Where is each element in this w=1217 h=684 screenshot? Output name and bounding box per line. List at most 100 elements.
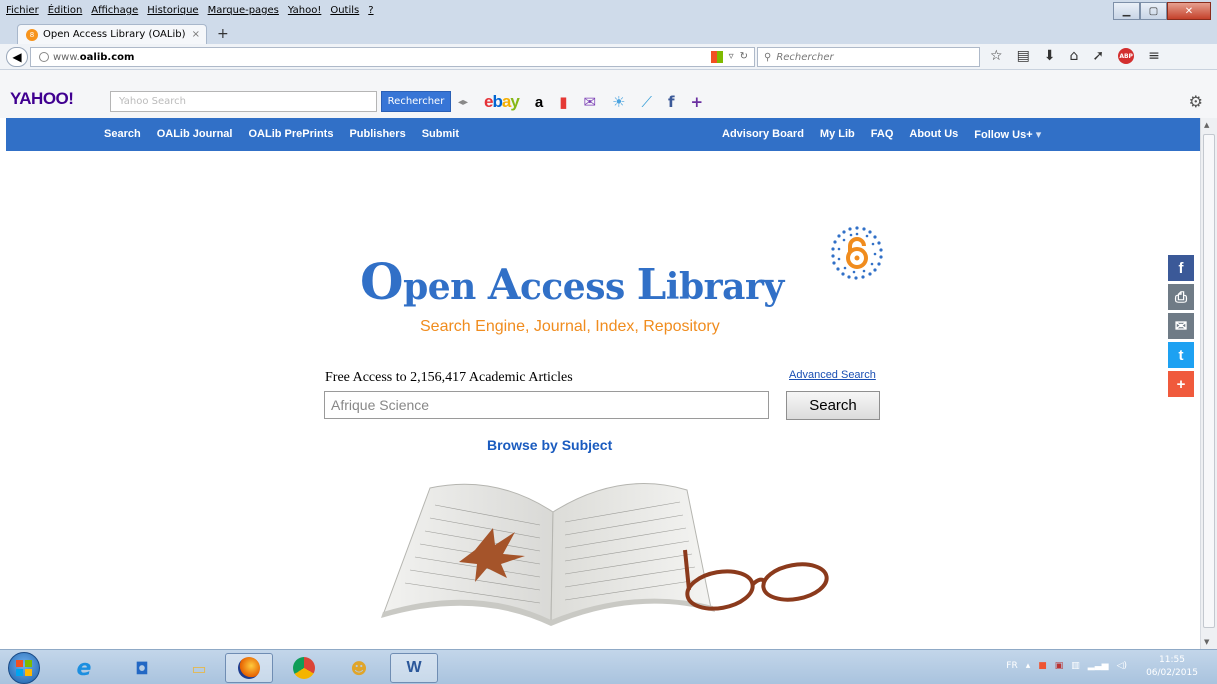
- nav-oalib-journal[interactable]: OALib Journal: [157, 128, 233, 140]
- new-tab-button[interactable]: +: [217, 26, 229, 42]
- nav-about-us[interactable]: About Us: [909, 128, 958, 141]
- word-taskbar-icon[interactable]: W: [390, 653, 438, 683]
- tray-device-icon[interactable]: ▥: [1071, 661, 1080, 671]
- main-search-button[interactable]: Search: [786, 391, 880, 420]
- more-share-button[interactable]: +: [1168, 371, 1194, 397]
- scroll-thumb[interactable]: [1203, 134, 1215, 628]
- site-navigation: Search OALib Journal OALib PrePrints Pub…: [6, 118, 1200, 151]
- search-engine-icon[interactable]: [710, 51, 723, 63]
- logo-letter-a: A: [487, 260, 521, 309]
- send-icon[interactable]: ➚: [1092, 48, 1104, 64]
- scroll-up-icon[interactable]: ▲: [1204, 121, 1209, 129]
- media-center-taskbar-icon[interactable]: ◘: [118, 653, 166, 683]
- bookmark-icon[interactable]: ▮: [559, 93, 567, 111]
- amazon-shortcut[interactable]: a: [535, 94, 543, 111]
- tab-oalib[interactable]: 8 Open Access Library (OALib) ×: [17, 24, 207, 44]
- facebook-share-button[interactable]: f: [1168, 255, 1194, 281]
- menu-fichier[interactable]: Fichier: [6, 5, 39, 16]
- tray-network-warning-icon[interactable]: ▣: [1055, 661, 1064, 671]
- url-bar[interactable]: www. oalib.com ▿ ↻: [30, 47, 755, 67]
- file-explorer-taskbar-icon[interactable]: ▭: [175, 653, 223, 683]
- follow-us-label: Follow Us+: [974, 129, 1033, 141]
- nav-advisory-board[interactable]: Advisory Board: [722, 128, 804, 141]
- add-shortcut-icon[interactable]: +: [691, 93, 704, 111]
- home-icon[interactable]: ⌂: [1070, 48, 1079, 64]
- nav-follow-us[interactable]: Follow Us+ ▾: [974, 128, 1041, 141]
- nav-publishers[interactable]: Publishers: [349, 128, 405, 140]
- firefox-taskbar-icon[interactable]: [225, 653, 273, 683]
- language-indicator[interactable]: FR: [1006, 661, 1017, 671]
- yahoo-logo[interactable]: YAHOO!: [10, 89, 74, 109]
- close-window-button[interactable]: ✕: [1167, 2, 1211, 20]
- oalib-favicon-icon: 8: [26, 28, 38, 41]
- system-clock[interactable]: 11:55 06/02/2015: [1137, 654, 1207, 680]
- window-controls: ▁ ▢ ✕: [1113, 2, 1211, 20]
- open-access-library-logo[interactable]: Open Access Library: [360, 252, 784, 311]
- yahoo-search-input[interactable]: Yahoo Search: [110, 91, 377, 112]
- adblock-icon[interactable]: ABP: [1118, 48, 1135, 64]
- bookmark-star-icon[interactable]: ☆: [990, 48, 1003, 64]
- nav-submit[interactable]: Submit: [422, 128, 459, 140]
- site-nav-left: Search OALib Journal OALib PrePrints Pub…: [104, 128, 459, 140]
- twitter-share-button[interactable]: t: [1168, 342, 1194, 368]
- menu-marque-pages[interactable]: Marque-pages: [208, 5, 279, 16]
- menu-help[interactable]: ?: [368, 5, 373, 16]
- email-icon[interactable]: ✉: [1168, 313, 1194, 339]
- chrome-taskbar-icon[interactable]: [280, 653, 328, 683]
- facebook-shortcut-icon[interactable]: f: [668, 93, 675, 111]
- tray-app-icon[interactable]: ■: [1038, 661, 1047, 671]
- advanced-search-link[interactable]: Advanced Search: [789, 369, 876, 381]
- ebay-shortcut[interactable]: ebay: [484, 92, 520, 112]
- menu-affichage[interactable]: Affichage: [91, 5, 138, 16]
- back-button[interactable]: ◀: [6, 47, 28, 67]
- menu-historique[interactable]: Historique: [147, 5, 198, 16]
- url-prefix: www.: [53, 51, 80, 63]
- logo-word-pen: pen: [403, 266, 488, 308]
- menu-yahoo[interactable]: Yahoo!: [288, 5, 321, 16]
- menu-outils[interactable]: Outils: [330, 5, 359, 16]
- tab-close-icon[interactable]: ×: [192, 29, 200, 40]
- reload-icon[interactable]: ↻: [740, 51, 748, 63]
- windows-logo-icon: [16, 660, 32, 676]
- yahoo-search-button[interactable]: Rechercher: [381, 91, 451, 112]
- nav-oalib-preprints[interactable]: OALib PrePrints: [248, 128, 333, 140]
- nav-search[interactable]: Search: [104, 128, 141, 140]
- scroll-down-icon[interactable]: ▼: [1204, 638, 1209, 646]
- browser-search-input[interactable]: ⚲ Rechercher: [757, 47, 980, 67]
- browse-by-subject-link[interactable]: Browse by Subject: [487, 437, 612, 453]
- tab-title: Open Access Library (OALib): [43, 29, 186, 40]
- nav-faq[interactable]: FAQ: [871, 128, 894, 141]
- internet-explorer-taskbar-icon[interactable]: e: [60, 653, 108, 683]
- weather-icon[interactable]: ☀: [612, 93, 625, 111]
- gear-icon[interactable]: ⚙: [1189, 92, 1203, 111]
- logo-letter-o: O: [360, 252, 404, 311]
- maximize-button[interactable]: ▢: [1140, 2, 1167, 20]
- page-scrollbar[interactable]: ▲ ▼: [1200, 118, 1217, 649]
- logo-word-ibrary: ibrary: [665, 266, 785, 308]
- separator-arrows-icon: ◂▸: [458, 96, 469, 108]
- screen: Fichier Édition Affichage Historique Mar…: [0, 0, 1217, 684]
- download-icon[interactable]: ⬇: [1044, 48, 1056, 64]
- signal-icon[interactable]: ▂▃▅: [1088, 661, 1109, 671]
- reading-list-icon[interactable]: ▤: [1017, 48, 1030, 64]
- menu-bar: Fichier Édition Affichage Historique Mar…: [0, 0, 1217, 22]
- main-search-input[interactable]: Afrique Science: [324, 391, 769, 419]
- nav-my-lib[interactable]: My Lib: [820, 128, 855, 141]
- minimize-button[interactable]: ▁: [1113, 2, 1140, 20]
- hamburger-menu-icon[interactable]: ≡: [1148, 48, 1160, 64]
- print-icon[interactable]: ⎙: [1168, 284, 1194, 310]
- finance-icon[interactable]: ⟋: [641, 93, 652, 111]
- logo-word-ccess: ccess: [519, 266, 637, 308]
- yahoo-toolbar: YAHOO! Yahoo Search Rechercher ◂▸ ebay a…: [0, 70, 1217, 118]
- browser-search-placeholder: Rechercher: [776, 51, 834, 63]
- tray-expand-icon[interactable]: ▴: [1026, 661, 1031, 671]
- mail-icon[interactable]: ✉: [583, 93, 596, 111]
- dropdown-arrow-icon[interactable]: ▿: [729, 51, 734, 63]
- menu-list: Fichier Édition Affichage Historique Mar…: [6, 5, 374, 16]
- volume-icon[interactable]: ◁): [1117, 661, 1127, 671]
- tagline: Search Engine, Journal, Index, Repositor…: [420, 318, 720, 335]
- menu-edition[interactable]: Édition: [48, 5, 83, 16]
- tab-strip: 8 Open Access Library (OALib) × +: [0, 22, 1217, 44]
- start-button[interactable]: [8, 652, 40, 684]
- users-taskbar-icon[interactable]: ☻: [335, 653, 383, 683]
